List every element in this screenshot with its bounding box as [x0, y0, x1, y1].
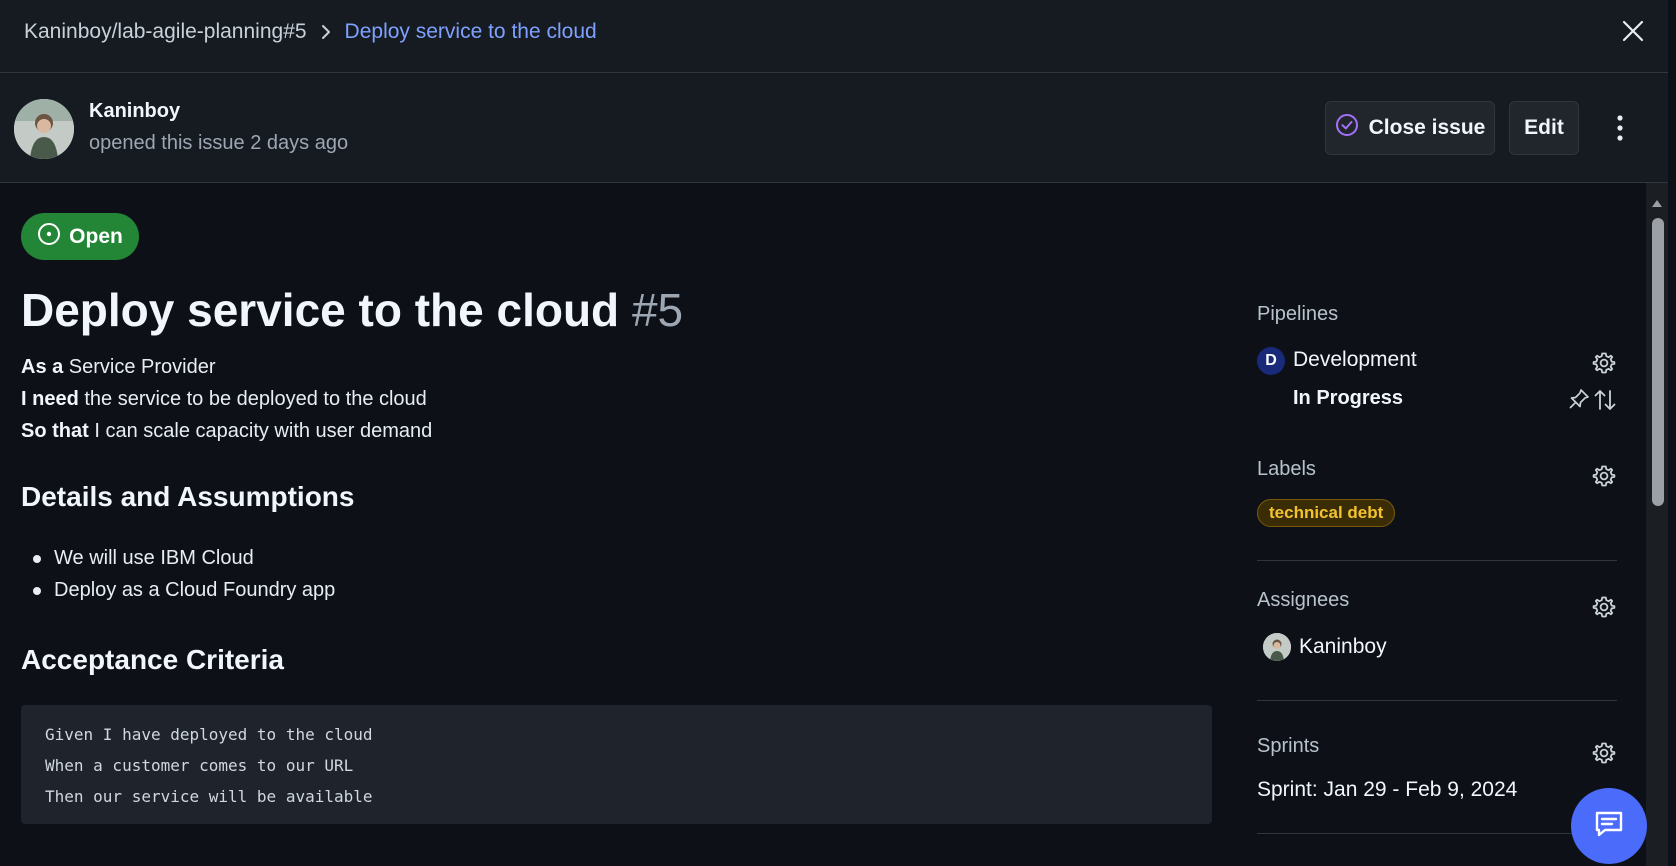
pipeline-stage[interactable]: In Progress [1293, 387, 1403, 410]
chat-icon [1592, 807, 1626, 846]
story-line: As a Service Provider [21, 351, 432, 383]
list-item: We will use IBM Cloud [33, 542, 335, 574]
author-name[interactable]: Kaninboy [89, 100, 180, 123]
divider [1257, 700, 1617, 701]
sprints-heading: Sprints [1257, 735, 1320, 757]
user-story: As a Service Provider I need the service… [21, 351, 432, 447]
issue-open-icon [37, 222, 61, 252]
edit-button[interactable]: Edit [1509, 101, 1579, 155]
assignee-item[interactable]: Kaninboy [1263, 633, 1387, 661]
story-line: So that I can scale capacity with user d… [21, 415, 432, 447]
details-heading: Details and Assumptions [21, 481, 355, 512]
issue-panel: Kaninboy/lab-agile-planning#5 Deploy ser… [0, 0, 1676, 866]
acceptance-code-block: Given I have deployed to the cloud When … [21, 705, 1212, 824]
story-lead: I need [21, 388, 79, 410]
gear-icon[interactable] [1592, 741, 1616, 765]
acceptance-heading: Acceptance Criteria [21, 644, 285, 675]
edit-label: Edit [1524, 116, 1564, 139]
pipeline-name[interactable]: Development [1293, 348, 1417, 372]
issue-author-header: Kaninboy opened this issue 2 days ago Cl… [0, 73, 1676, 183]
issue-sidebar: Pipelines D Development In Progress Labe… [1257, 183, 1617, 866]
gear-icon[interactable] [1592, 351, 1616, 375]
story-text: the service to be deployed to the cloud [78, 388, 427, 410]
issue-number: #5 [631, 284, 684, 336]
assignee-name: Kaninboy [1299, 635, 1387, 658]
arrows-up-down-icon[interactable] [1593, 388, 1617, 412]
label-chip[interactable]: technical debt [1257, 499, 1396, 527]
details-list: We will use IBM Cloud Deploy as a Cloud … [33, 542, 335, 606]
author-meta: opened this issue 2 days ago [89, 132, 349, 154]
window-edge [1668, 0, 1676, 866]
assignees-heading: Assignees [1257, 589, 1350, 611]
gear-icon[interactable] [1592, 464, 1616, 488]
story-lead: As a [21, 356, 64, 378]
issue-content: Open Deploy service to the cloud #5 As a… [0, 183, 1646, 866]
list-item: Deploy as a Cloud Foundry app [33, 574, 335, 606]
divider [1257, 560, 1617, 561]
pin-icon[interactable] [1568, 388, 1590, 410]
breadcrumb-bar: Kaninboy/lab-agile-planning#5 Deploy ser… [0, 0, 1676, 73]
kebab-icon[interactable] [1608, 113, 1632, 143]
avatar[interactable] [14, 99, 74, 159]
page-title: Deploy service to the cloud #5 [21, 283, 683, 337]
story-lead: So that [21, 420, 89, 442]
close-issue-button[interactable]: Close issue [1325, 101, 1495, 155]
story-text: I can scale capacity with user demand [88, 420, 433, 442]
breadcrumb-current[interactable]: Deploy service to the cloud [345, 20, 597, 44]
issue-title-text: Deploy service to the cloud [21, 284, 620, 336]
code-line: Given I have deployed to the cloud [45, 725, 373, 744]
check-circle-icon [1335, 113, 1359, 143]
close-issue-label: Close issue [1368, 116, 1486, 139]
sprint-value[interactable]: Sprint: Jan 29 - Feb 9, 2024 [1257, 778, 1517, 802]
pipeline-badge: D [1257, 347, 1285, 375]
avatar [1263, 633, 1291, 661]
chat-button[interactable] [1571, 788, 1647, 864]
labels-heading: Labels [1257, 458, 1316, 480]
chevron-right-icon [319, 23, 333, 41]
story-text: Service Provider [63, 356, 216, 378]
code-line: Then our service will be available [45, 787, 373, 806]
breadcrumb: Kaninboy/lab-agile-planning#5 Deploy ser… [24, 20, 597, 44]
code-line: When a customer comes to our URL [45, 756, 354, 775]
divider [1257, 833, 1617, 834]
breadcrumb-repo-link[interactable]: Kaninboy/lab-agile-planning#5 [24, 20, 307, 44]
scroll-up-icon[interactable] [1651, 195, 1663, 207]
pipelines-heading: Pipelines [1257, 303, 1339, 325]
close-icon[interactable] [1621, 19, 1645, 43]
gear-icon[interactable] [1592, 595, 1616, 619]
status-label: Open [69, 224, 123, 248]
scrollbar-thumb[interactable] [1652, 218, 1664, 506]
status-badge: Open [21, 213, 139, 260]
story-line: I need the service to be deployed to the… [21, 383, 432, 415]
